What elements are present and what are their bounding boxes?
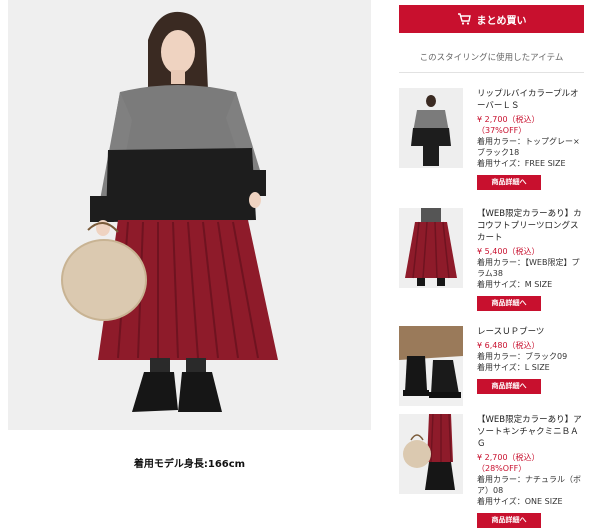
product-color: 着用カラー：【WEB限定】プラム38 xyxy=(477,258,580,278)
product-detail-button[interactable]: 商品詳細へ xyxy=(477,296,541,311)
product-name[interactable]: 【WEB限定カラーあり】アソートキンチャクミニＢＡＧ xyxy=(477,414,585,450)
product-detail-button[interactable]: 商品詳細へ xyxy=(477,175,541,190)
product-color: 着用カラー：トップグレー×ブラック18 xyxy=(477,137,580,157)
product-size: 着用サイズ：ONE SIZE xyxy=(477,497,563,506)
product-thumbnail[interactable] xyxy=(399,88,463,168)
product-name[interactable]: リップルバイカラープルオーバーＬＳ xyxy=(477,88,585,112)
product-discount: （28%OFF） xyxy=(477,464,527,473)
main-styling-photo xyxy=(8,0,371,430)
product-info: 【WEB限定カラーあり】カコウフトプリーツロングスカート ¥ 5,400（税込）… xyxy=(477,208,585,311)
product-thumbnail[interactable] xyxy=(399,326,463,406)
section-title: このスタイリングに使用したアイテム xyxy=(419,53,564,63)
product-color: 着用カラー：ナチュラル（ボア）08 xyxy=(477,475,581,495)
bulk-buy-label: まとめ買い xyxy=(476,15,527,27)
section-divider xyxy=(399,72,584,73)
product-color: 着用カラー：ブラック09 xyxy=(477,352,568,361)
product-info: リップルバイカラープルオーバーＬＳ ¥ 2,700（税込） （37%OFF） 着… xyxy=(477,88,585,190)
product-size: 着用サイズ：FREE SIZE xyxy=(477,159,566,168)
product-name[interactable]: レースＵＰブーツ xyxy=(477,326,585,338)
product-price: ¥ 6,480（税込） xyxy=(477,341,540,350)
product-thumbnail[interactable] xyxy=(399,208,463,288)
product-detail-button[interactable]: 商品詳細へ xyxy=(477,379,541,394)
product-info: レースＵＰブーツ ¥ 6,480（税込） 着用カラー：ブラック09 着用サイズ：… xyxy=(477,326,585,394)
product-price: ¥ 5,400（税込） xyxy=(477,247,540,256)
product-detail-button[interactable]: 商品詳細へ xyxy=(477,513,541,528)
product-info: 【WEB限定カラーあり】アソートキンチャクミニＢＡＧ ¥ 2,700（税込） （… xyxy=(477,414,585,528)
cart-icon xyxy=(457,13,471,25)
product-price: ¥ 2,700（税込） xyxy=(477,115,540,124)
product-size: 着用サイズ：L SIZE xyxy=(477,363,550,372)
product-name[interactable]: 【WEB限定カラーあり】カコウフトプリーツロングスカート xyxy=(477,208,585,244)
product-price: ¥ 2,700（税込） xyxy=(477,453,540,462)
bulk-buy-button[interactable]: まとめ買い xyxy=(399,5,584,33)
product-discount: （37%OFF） xyxy=(477,126,527,135)
product-size: 着用サイズ：M SIZE xyxy=(477,280,553,289)
model-height-caption: 着用モデル身長:166cm xyxy=(133,459,246,470)
product-thumbnail[interactable] xyxy=(399,414,463,494)
